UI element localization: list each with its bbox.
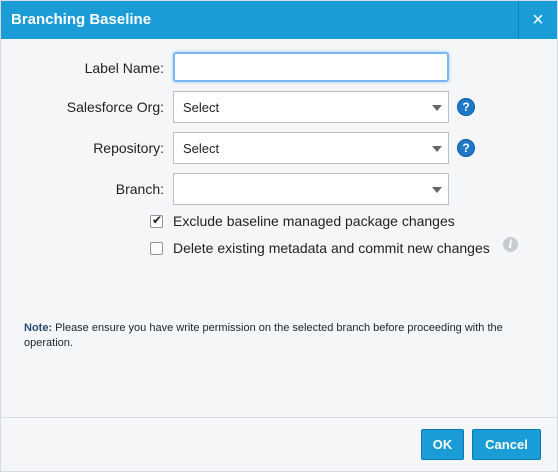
help-glyph: ? — [462, 100, 470, 114]
salesforce-org-label: Salesforce Org: — [66, 99, 164, 115]
help-icon[interactable]: ? — [457, 139, 475, 157]
chevron-down-icon — [432, 105, 442, 111]
branch-row: Branch: — [1, 173, 557, 205]
delete-existing-label[interactable]: Delete existing metadata and commit new … — [173, 240, 490, 256]
info-glyph: i — [508, 238, 513, 251]
note-prefix: Note: — [24, 322, 53, 334]
note-text: Note: Please ensure you have write permi… — [24, 321, 536, 351]
delete-existing-checkbox[interactable] — [150, 242, 163, 255]
note-body: Please ensure you have write permission … — [24, 322, 503, 349]
repository-value: Select — [183, 141, 220, 156]
repository-row: Repository: Select ? — [1, 132, 557, 164]
chevron-down-icon — [432, 187, 442, 193]
branching-baseline-dialog: Branching Baseline × Label Name: Salesfo… — [0, 0, 558, 472]
cancel-button[interactable]: Cancel — [472, 429, 541, 460]
chevron-down-icon — [432, 146, 442, 152]
footer-divider — [1, 417, 557, 418]
info-icon[interactable]: i — [503, 237, 518, 252]
dialog-title: Branching Baseline — [11, 11, 152, 28]
exclude-managed-checkbox[interactable]: ✔ — [150, 213, 163, 228]
repository-label: Repository: — [93, 140, 164, 156]
branch-label: Branch: — [115, 181, 164, 197]
salesforce-org-select[interactable]: Select — [173, 91, 449, 123]
label-name-label: Label Name: — [84, 60, 164, 76]
label-name-input[interactable] — [173, 52, 449, 82]
close-icon: × — [532, 9, 544, 31]
exclude-managed-label[interactable]: Exclude baseline managed package changes — [173, 213, 455, 229]
help-icon[interactable]: ? — [457, 98, 475, 116]
help-glyph: ? — [462, 141, 470, 155]
checkmark-icon: ✔ — [152, 213, 163, 227]
dialog-header: Branching Baseline × — [1, 1, 557, 39]
label-name-row: Label Name: — [1, 52, 557, 84]
salesforce-org-row: Salesforce Org: Select ? — [1, 91, 557, 123]
close-button[interactable]: × — [518, 1, 557, 39]
repository-select[interactable]: Select — [173, 132, 449, 164]
salesforce-org-value: Select — [183, 100, 220, 115]
branch-select[interactable] — [173, 173, 449, 205]
ok-button[interactable]: OK — [421, 429, 464, 460]
